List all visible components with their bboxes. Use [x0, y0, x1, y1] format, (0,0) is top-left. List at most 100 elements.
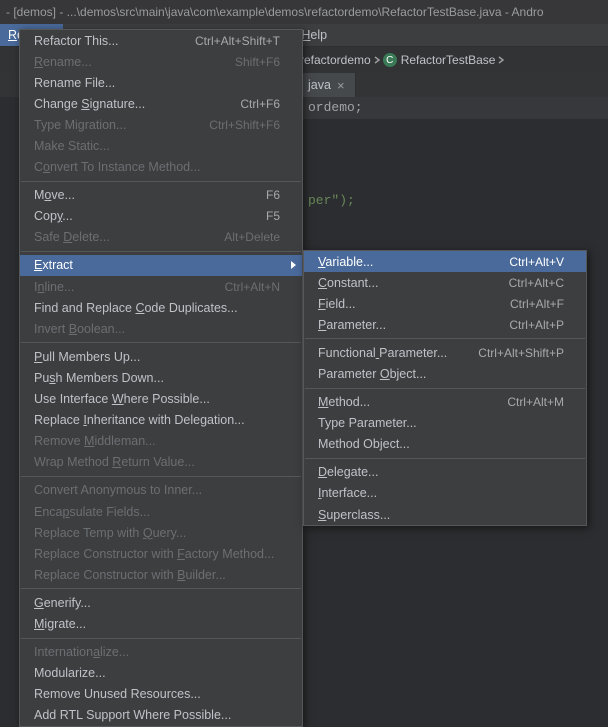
refactor-menu-item-replace-inheritance-with-delegation[interactable]: Replace Inheritance with Delegation...	[20, 410, 302, 431]
extract-menu-item-method-object[interactable]: Method Object...	[304, 434, 586, 455]
refactor-menu-item-change-signature[interactable]: Change Signature... Ctrl+F6	[20, 93, 302, 114]
extract-menu-item-field[interactable]: Field...Ctrl+Alt+F	[304, 293, 586, 314]
menu-item-label: Move...	[34, 188, 238, 202]
refactor-menu-item-use-interface-where-possible[interactable]: Use Interface Where Possible...	[20, 389, 302, 410]
refactor-menu-item-remove-unused-resources[interactable]: Remove Unused Resources...	[20, 684, 302, 705]
refactor-menu-item-refactor-this[interactable]: Refactor This... Ctrl+Alt+Shift+T	[20, 30, 302, 51]
menu-item-label: Remove Unused Resources...	[34, 687, 280, 701]
menu-item-label: Use Interface Where Possible...	[34, 392, 280, 406]
code-fragment: ordemo;	[308, 100, 363, 115]
menu-item-label: Field...	[318, 297, 482, 311]
menu-item-shortcut: Ctrl+F6	[240, 97, 280, 111]
extract-menu-item-parameter-object[interactable]: Parameter Object...	[304, 363, 586, 384]
menu-item-label: Type Migration...	[34, 118, 181, 132]
refactor-menu-item-extract[interactable]: Extract	[20, 255, 302, 276]
extract-menu-item-functional-parameter[interactable]: Functional Parameter... Ctrl+Alt+Shift+P	[304, 342, 586, 363]
menu-item-label: Find and Replace Code Duplicates...	[34, 301, 280, 315]
menu-item-label: Delegate...	[318, 465, 564, 479]
menu-item-label: Internationalize...	[34, 645, 280, 659]
refactor-menu-item-rename: Rename... Shift+F6	[20, 51, 302, 72]
menu-separator	[21, 476, 301, 477]
menu-item-label: Add RTL Support Where Possible...	[34, 708, 280, 722]
submenu-arrow-icon	[291, 261, 296, 269]
menu-item-shortcut: Ctrl+Alt+C	[509, 276, 564, 290]
menu-item-shortcut: Ctrl+Alt+N	[225, 280, 280, 294]
chevron-right-icon	[495, 54, 507, 66]
menu-item-label: Remove Middleman...	[34, 434, 280, 448]
menu-item-shortcut: Ctrl+Alt+Shift+P	[478, 346, 564, 360]
menu-item-label: Inline...	[34, 280, 197, 294]
refactor-menu-item-rename-file[interactable]: Rename File...	[20, 72, 302, 93]
menu-item-label: Make Static...	[34, 139, 280, 153]
refactor-menu-item-inline: Inline... Ctrl+Alt+N	[20, 276, 302, 297]
menu-item-label: Type Parameter...	[318, 416, 564, 430]
refactor-menu-item-convert-anonymous-to-inner: Convert Anonymous to Inner...	[20, 480, 302, 501]
menu-item-label: Push Members Down...	[34, 371, 280, 385]
refactor-menu-item-make-static: Make Static...	[20, 135, 302, 156]
menu-item-label: Replace Constructor with Builder...	[34, 568, 280, 582]
refactor-menu-item-safe-delete: Safe Delete...Alt+Delete	[20, 227, 302, 248]
menu-item-label: Parameter Object...	[318, 367, 564, 381]
menu-item-label: Rename...	[34, 55, 207, 69]
refactor-menu-item-modularize[interactable]: Modularize...	[20, 663, 302, 684]
menu-item-label: Convert Anonymous to Inner...	[34, 483, 280, 497]
menu-item-shortcut: F5	[266, 209, 280, 223]
refactor-menu-item-copy[interactable]: Copy...F5	[20, 206, 302, 227]
extract-menu-item-delegate[interactable]: Delegate...	[304, 462, 586, 483]
refactor-menu-item-replace-temp-with-query: Replace Temp with Query...	[20, 522, 302, 543]
menu-item-label: Rename File...	[34, 76, 280, 90]
code-fragment: per");	[308, 193, 355, 208]
menu-item-label: Change Signature...	[34, 97, 212, 111]
menu-item-label: Parameter...	[318, 318, 481, 332]
refactor-menu-item-move[interactable]: Move...F6	[20, 185, 302, 206]
refactor-menu-item-replace-constructor-with-builder: Replace Constructor with Builder...	[20, 564, 302, 585]
window-titlebar: - [demos] - ...\demos\src\main\java\com\…	[0, 0, 608, 24]
refactor-menu-item-generify[interactable]: Generify...	[20, 592, 302, 613]
extract-menu-item-type-parameter[interactable]: Type Parameter...	[304, 413, 586, 434]
menu-item-label: Constant...	[318, 276, 481, 290]
menu-item-label: Refactor This...	[34, 34, 167, 48]
editor-tab-label: java	[308, 78, 331, 92]
close-icon[interactable]: ×	[337, 78, 345, 93]
extract-menu-item-superclass[interactable]: Superclass...	[304, 504, 586, 525]
extract-submenu: Variable... Ctrl+Alt+V Constant... Ctrl+Alt…	[303, 250, 587, 526]
extract-menu-item-parameter[interactable]: Parameter... Ctrl+Alt+P	[304, 314, 586, 335]
class-icon: C	[383, 53, 397, 67]
refactor-menu-item-internationalize: Internationalize...	[20, 642, 302, 663]
extract-menu-item-method[interactable]: Method...Ctrl+Alt+M	[304, 392, 586, 413]
menu-item-shortcut: Ctrl+Alt+P	[509, 318, 564, 332]
breadcrumb-class[interactable]: RefactorTestBase	[401, 53, 496, 67]
menu-item-label: Invert Boolean...	[34, 322, 280, 336]
menu-item-shortcut: Shift+F6	[235, 55, 280, 69]
menu-item-shortcut: Ctrl+Alt+Shift+T	[195, 34, 280, 48]
refactor-menu-item-replace-constructor-with-factory-method: Replace Constructor with Factory Method.…	[20, 543, 302, 564]
refactor-menu-item-find-and-replace-code-duplicates[interactable]: Find and Replace Code Duplicates...	[20, 297, 302, 318]
extract-menu-item-variable[interactable]: Variable... Ctrl+Alt+V	[304, 251, 586, 272]
menu-item-label: Pull Members Up...	[34, 350, 280, 364]
menu-item-label: Extract	[34, 258, 280, 272]
refactor-menu-item-invert-boolean: Invert Boolean...	[20, 318, 302, 339]
extract-menu-item-constant[interactable]: Constant... Ctrl+Alt+C	[304, 272, 586, 293]
menu-item-label: Safe Delete...	[34, 230, 196, 244]
menu-item-label: Encapsulate Fields...	[34, 505, 280, 519]
menu-item-label: Modularize...	[34, 666, 280, 680]
menu-item-label: Replace Constructor with Factory Method.…	[34, 547, 280, 561]
refactor-menu-item-push-members-down[interactable]: Push Members Down...	[20, 367, 302, 388]
menu-separator	[305, 338, 585, 339]
menu-separator	[21, 638, 301, 639]
menu-item-label: Variable...	[318, 255, 481, 269]
refactor-menu: Refactor This... Ctrl+Alt+Shift+T Rename..…	[19, 29, 303, 727]
refactor-menu-item-migrate[interactable]: Migrate...	[20, 613, 302, 634]
menu-item-label: Method Object...	[318, 437, 564, 451]
menu-item-label: Interface...	[318, 486, 564, 500]
menu-item-label: Functional Parameter...	[318, 346, 450, 360]
breadcrumb-package[interactable]: refactordemo	[300, 53, 371, 67]
refactor-menu-item-pull-members-up[interactable]: Pull Members Up...	[20, 346, 302, 367]
menu-separator	[21, 181, 301, 182]
extract-menu-item-interface[interactable]: Interface...	[304, 483, 586, 504]
editor-tab[interactable]: java ×	[300, 73, 356, 97]
menu-item-label: Generify...	[34, 596, 280, 610]
menu-item-label: Replace Temp with Query...	[34, 526, 280, 540]
menu-item-shortcut: Ctrl+Alt+V	[509, 255, 564, 269]
menu-separator	[21, 342, 301, 343]
